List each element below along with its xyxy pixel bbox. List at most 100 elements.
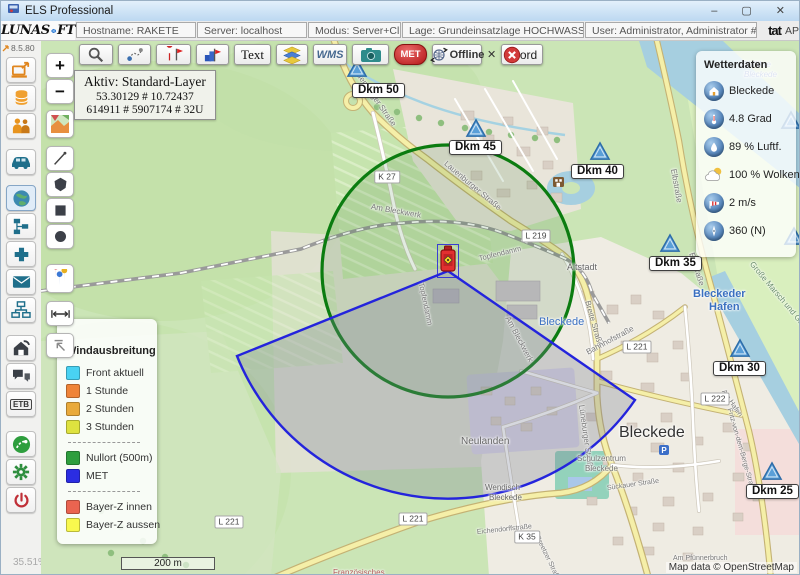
draw-rect-button[interactable]: [46, 198, 74, 223]
close-button[interactable]: ✕: [776, 2, 785, 20]
hazmat-marker[interactable]: [438, 245, 458, 277]
house-icon: [704, 81, 724, 101]
place-label: Schulzentrum: [577, 455, 626, 463]
dkm-triangle-icon[interactable]: [761, 461, 783, 481]
dkm-marker-label[interactable]: Dkm 40: [571, 164, 624, 179]
gas-cylinder-icon: [438, 245, 458, 272]
minimap-button[interactable]: [46, 110, 74, 138]
road-ref-label: L 222: [701, 393, 730, 406]
users-status-icon[interactable]: tat: [768, 23, 781, 38]
sidebar-item-nav[interactable]: [6, 431, 36, 457]
info-field-1: Server: localhost: [197, 22, 307, 38]
text-tool-button[interactable]: Text: [234, 44, 271, 65]
dkm-triangle-icon[interactable]: [659, 233, 681, 253]
infobar: LUNAS FT Hostname: RAKETEServer: localhos…: [1, 21, 799, 41]
active-layer-box: Aktiv: Standard-Layer 53.30129 # 10.7243…: [74, 70, 216, 120]
camera-button[interactable]: [352, 44, 389, 65]
weather-value: Bleckede: [729, 85, 774, 97]
dkm-triangle-icon[interactable]: [589, 141, 611, 161]
zoom-out-glyph: −: [55, 83, 65, 100]
sidebar-item-etb[interactable]: ETB: [6, 391, 36, 417]
weather-panel: Wetterdaten Bleckede4.8 Grad89 % Luftf.1…: [696, 51, 796, 257]
sidebar-item-power[interactable]: [6, 487, 36, 513]
wms-button[interactable]: WMS: [313, 44, 347, 65]
sidebar-item-mail[interactable]: [6, 269, 36, 295]
info-field-2: Modus: Server+Client: [308, 22, 401, 38]
route-button[interactable]: [118, 44, 151, 65]
sidebar-item-home[interactable]: [6, 335, 36, 361]
sidebar-item-medical[interactable]: [6, 241, 36, 267]
coordinates-wgs: 53.30129 # 10.72437: [84, 91, 206, 103]
map-area[interactable]: P Lauenburger StraßeLauenburger StraßeAm…: [41, 41, 800, 575]
map-tool-strip: +−: [46, 53, 76, 359]
weather-row-compass: 360 (N): [704, 221, 791, 241]
polygon-icon: [52, 176, 69, 193]
weather-title: Wetterdaten: [704, 59, 791, 71]
info-field-4: User: Administrator, Administrator # Adm…: [585, 22, 757, 38]
etb-label: ETB: [10, 399, 32, 410]
car-icon: [10, 155, 32, 169]
place-label: Hafen: [709, 302, 740, 313]
sidebar: 8.5.80 ETB 35.51%: [1, 41, 42, 574]
maximize-button[interactable]: ▢: [741, 2, 751, 20]
sidebar-item-vehicles[interactable]: [6, 149, 36, 175]
info-field-0: Hostname: RAKETE: [76, 22, 196, 38]
legend-item: Front aktuell: [66, 366, 150, 380]
hotel-icon: [553, 177, 564, 187]
database-icon: [14, 89, 29, 107]
popup-close-x[interactable]: ✕: [487, 48, 496, 61]
red-x-icon[interactable]: [503, 46, 521, 64]
draw-polygon-button[interactable]: [46, 172, 74, 197]
place-label: Wendisch: [485, 484, 520, 492]
sidebar-item-org[interactable]: [6, 213, 36, 239]
dkm-triangle-icon[interactable]: [465, 118, 487, 138]
layers-button[interactable]: [276, 44, 308, 65]
met-button[interactable]: MET: [394, 44, 427, 65]
sidebar-item-chat[interactable]: [6, 363, 36, 389]
sidebar-item-network[interactable]: [6, 297, 36, 323]
place-label: Altstadt: [567, 263, 597, 272]
poi-tools-button[interactable]: [46, 264, 74, 293]
minimize-button[interactable]: –: [711, 2, 717, 20]
dkm-marker-label[interactable]: Dkm 25: [746, 484, 799, 499]
camera-icon: [360, 47, 382, 63]
version-label: 8.5.80: [1, 41, 41, 55]
dkm-triangle-icon[interactable]: [729, 338, 751, 358]
logo-text-left: LUNAS: [1, 23, 50, 38]
legend-swatch: [66, 451, 80, 465]
search-button[interactable]: [79, 44, 113, 65]
nord-button[interactable]: Nord: [501, 44, 543, 65]
sitemap-icon: [11, 301, 31, 319]
dkm-marker-label[interactable]: Dkm 45: [449, 140, 502, 155]
legend-label: Nullort (500m): [86, 452, 153, 464]
dkm-marker-label[interactable]: Dkm 50: [352, 83, 405, 98]
zoom-in-glyph: +: [55, 57, 65, 74]
draw-circle-button[interactable]: [46, 224, 74, 249]
sidebar-item-personnel[interactable]: [6, 113, 36, 139]
road-ref-label: L 219: [522, 230, 551, 243]
version-number: 8.5.80: [11, 43, 35, 53]
legend-separator: [68, 442, 140, 443]
measure-button[interactable]: [46, 301, 74, 326]
offline-button[interactable]: Offline: [432, 44, 482, 65]
corner-button[interactable]: [46, 333, 74, 358]
dkm-marker-label[interactable]: Dkm 30: [713, 361, 766, 376]
coordinates-utm: 614911 # 5907174 # 32U: [84, 104, 206, 116]
sidebar-item-database[interactable]: [6, 85, 36, 111]
legend-item: 1 Stunde: [66, 384, 150, 398]
active-layer-title: Aktiv: Standard-Layer: [84, 74, 206, 90]
place-label: Bleckede: [585, 465, 618, 473]
dkm-marker-label[interactable]: Dkm 35: [649, 256, 702, 271]
sidebar-item-workstation[interactable]: [6, 57, 36, 83]
globe-sync-icon: [430, 46, 448, 64]
zoom-out-button[interactable]: −: [46, 79, 74, 104]
logo-text-right: FT: [57, 23, 75, 38]
legend-separator: [68, 491, 140, 492]
sidebar-item-map[interactable]: [6, 185, 36, 211]
sidebar-item-settings[interactable]: [6, 459, 36, 485]
poi-flag-button[interactable]: [156, 44, 191, 65]
building-flag-button[interactable]: [196, 44, 229, 65]
zoom-in-button[interactable]: +: [46, 53, 74, 78]
minimap-icon: [50, 114, 70, 134]
draw-line-button[interactable]: [46, 146, 74, 171]
